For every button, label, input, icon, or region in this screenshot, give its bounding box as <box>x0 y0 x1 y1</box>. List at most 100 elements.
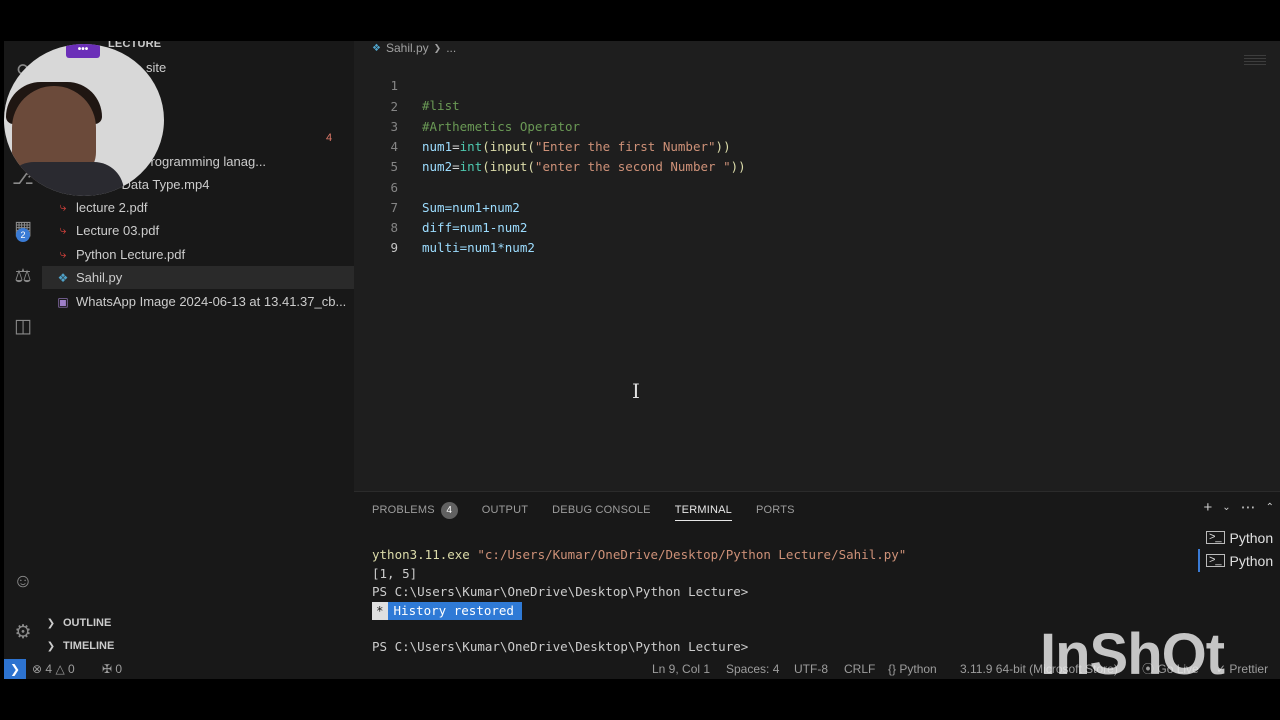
code-line-9: 9 <box>354 218 1280 255</box>
outline-label: OUTLINE <box>63 617 112 629</box>
language-label: Python <box>899 662 937 676</box>
history-star: * <box>372 602 388 620</box>
file-name: Python Lecture.pdf <box>76 247 186 262</box>
tab-output[interactable]: OUTPUT <box>482 502 528 518</box>
line-number: 9 <box>390 240 398 255</box>
broadcast-icon: ✠ <box>102 662 113 676</box>
error-count: 4 <box>45 662 53 676</box>
testing-icon[interactable]: ⚖ <box>4 259 42 293</box>
problems-badge: 4 <box>440 501 458 519</box>
ports-status[interactable]: ✠ 0 <box>102 659 122 679</box>
code-line-1: 1 #list <box>354 56 1280 113</box>
tab-label: PORTS <box>755 504 795 516</box>
tab-label: DEBUG CONSOLE <box>552 504 651 516</box>
settings-gear-icon[interactable]: ⚙ <box>4 615 42 649</box>
tab-label: OUTPUT <box>481 504 529 516</box>
ports-count: 0 <box>115 662 123 676</box>
prettier-label: Prettier <box>1229 662 1269 676</box>
chevron-down-icon[interactable]: ⌄ <box>1222 502 1230 513</box>
code-line-4: 4 num2=int(input("enter the second Numbe… <box>354 117 1280 174</box>
code-line-7: 7 diff=num1-num2 <box>354 178 1280 235</box>
file-item-sahil-py[interactable]: ❖ Sahil.py <box>42 266 354 289</box>
end-of-line[interactable]: CRLF <box>844 659 875 679</box>
webcam-overlay: ••• <box>4 44 164 196</box>
terminal-icon: >_ <box>1206 531 1225 544</box>
file-item-lecture-03[interactable]: ⤷ Lecture 03.pdf <box>42 219 354 242</box>
timeline-section[interactable]: ❯ TIMELINE <box>42 635 354 657</box>
breadcrumb-file[interactable]: Sahil.py <box>386 41 429 55</box>
outline-section[interactable]: ❯ OUTLINE <box>42 612 354 634</box>
braces-icon: {} <box>888 662 897 676</box>
indentation[interactable]: Spaces: 4 <box>726 659 779 679</box>
terminal-prompt: PS C:\Users\Kumar\OneDrive\Desktop\Pytho… <box>372 584 749 599</box>
code-editor[interactable]: ❖ Sahil.py ❯ ... 1 #list 2 #Arthemetics … <box>354 41 1280 491</box>
file-name: lecture 2.pdf <box>76 200 148 215</box>
webcam-shirt <box>4 162 124 196</box>
remote-icon[interactable]: ❯ <box>4 659 26 679</box>
error-icon: ⊗ <box>32 662 43 676</box>
extensions-badge: 2 <box>16 228 30 242</box>
image-file-icon: ▣ <box>57 294 69 309</box>
file-item-python-lecture[interactable]: ⤷ Python Lecture.pdf <box>42 243 354 266</box>
file-name: site <box>146 60 167 75</box>
terminal-line: ython3.11.exe "c:/Users/Kumar/OneDrive/D… <box>372 546 906 564</box>
tab-label: PROBLEMS <box>372 504 435 516</box>
terminal-list: >_ Python >_ Python <box>1198 526 1274 572</box>
file-item-whatsapp-image[interactable]: ▣ WhatsApp Image 2024-06-13 at 13.41.37_… <box>42 290 354 313</box>
terminal-icon: >_ <box>1206 554 1225 567</box>
problem-count: 4 <box>326 132 333 144</box>
more-actions-icon[interactable]: ⋯ <box>1241 498 1256 516</box>
code-line-3: 3 num1=int(input("Enter the first Number… <box>354 97 1280 154</box>
file-item-lecture-2[interactable]: ⤷ lecture 2.pdf <box>42 196 354 219</box>
terminal-prompt[interactable]: PS C:\Users\Kumar\OneDrive\Desktop\Pytho… <box>372 638 748 656</box>
more-icon: ••• <box>66 44 100 58</box>
breadcrumb-symbol[interactable]: ... <box>446 41 456 55</box>
history-restored-banner: * History restored <box>372 602 522 620</box>
explorer-folder-header[interactable]: LECTURE <box>108 41 161 50</box>
cursor-position[interactable]: Ln 9, Col 1 <box>652 659 710 679</box>
panel-tabs: PROBLEMS 4 OUTPUT DEBUG CONSOLE TERMINAL… <box>372 501 819 521</box>
python-file-icon: ❖ <box>372 42 381 54</box>
pdf-file-icon: ⤷ <box>59 200 67 214</box>
warning-icon: △ <box>55 662 65 676</box>
tab-ports[interactable]: PORTS <box>756 502 795 518</box>
history-text: History restored <box>393 603 514 618</box>
language-mode[interactable]: {} Python <box>888 659 937 679</box>
tab-terminal[interactable]: TERMINAL <box>674 502 732 521</box>
breadcrumb: ❖ Sahil.py ❯ ... <box>372 41 456 55</box>
terminal-instance-selected[interactable]: >_ Python <box>1198 549 1274 572</box>
vscode-window: ⚲ ⎇ ▦ 2 ⚖ ◫ ☺ ⚙ LECTURE site 4 ▶ to Pyth… <box>4 41 1280 679</box>
file-name: Lecture 03.pdf <box>76 223 160 238</box>
tab-label: TERMINAL <box>674 504 732 516</box>
tab-problems[interactable]: PROBLEMS 4 <box>372 501 458 519</box>
problems-status[interactable]: ⊗ 4 △ 0 <box>32 659 75 679</box>
code-line-6: 6 Sum=num1+num2 <box>354 158 1280 215</box>
text-cursor-icon: I <box>632 379 640 403</box>
terminal-name: Python <box>1229 529 1274 546</box>
file-name: Sahil.py <box>76 270 123 285</box>
encoding[interactable]: UTF-8 <box>794 659 828 679</box>
chevron-up-icon[interactable]: ⌃ <box>1266 502 1274 513</box>
terminal-instance[interactable]: >_ Python <box>1198 526 1274 549</box>
file-item-partial[interactable]: site <box>142 56 342 79</box>
account-icon[interactable]: ☺ <box>4 565 42 599</box>
terminal-exe: ython3.11.exe <box>372 547 470 562</box>
notebook-icon[interactable]: ◫ <box>4 309 42 343</box>
tab-debug-console[interactable]: DEBUG CONSOLE <box>552 502 651 518</box>
pdf-file-icon: ⤷ <box>59 247 67 261</box>
code-line-8: 8 multi=num1*num2 <box>354 198 1280 255</box>
code-line-5: 5 <box>354 137 1280 174</box>
python-file-icon: ❖ <box>57 270 69 285</box>
new-terminal-icon[interactable]: + <box>1203 499 1212 516</box>
inshot-watermark: InShOt <box>1040 622 1225 687</box>
code-text: multi=num1*num2 <box>422 240 535 255</box>
terminal-name: Python <box>1229 552 1274 569</box>
warning-count: 0 <box>68 662 75 676</box>
file-name: WhatsApp Image 2024-06-13 at 13.41.37_cb… <box>76 294 347 309</box>
terminal-output: [1, 5] <box>372 566 418 581</box>
chevron-right-icon: ❯ <box>46 640 56 652</box>
pdf-file-icon: ⤷ <box>59 223 67 237</box>
panel-actions: + ⌄ ⋯ ⌃ <box>1203 498 1274 517</box>
code-line-2: 2 #Arthemetics Operator <box>354 77 1280 134</box>
chevron-right-icon: ❯ <box>46 617 56 629</box>
